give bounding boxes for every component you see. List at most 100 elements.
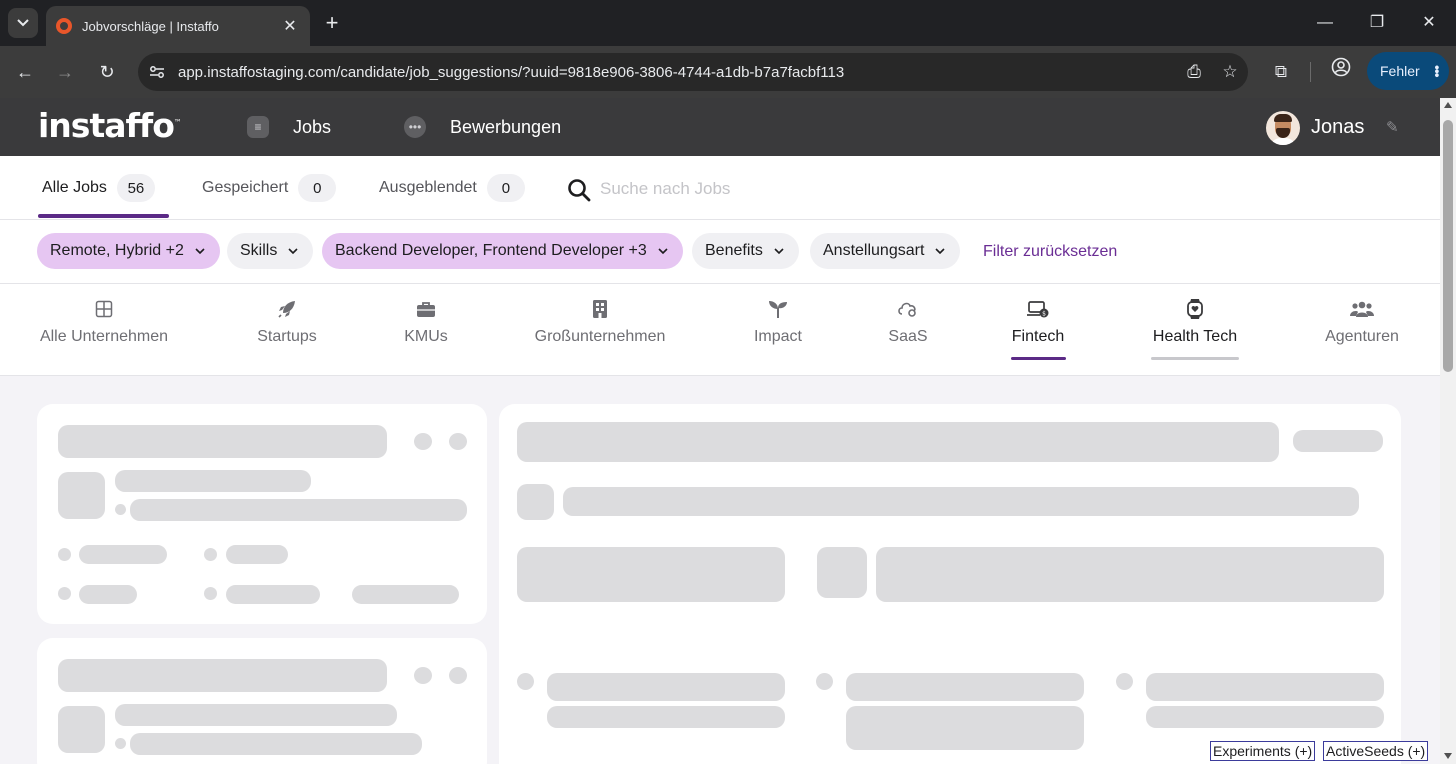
tab-alle-jobs[interactable]: Alle Jobs 56 [42, 174, 155, 202]
nav-jobs[interactable]: ≡ Jobs [247, 98, 331, 156]
skeleton-dot [414, 667, 432, 684]
new-tab-button[interactable]: + [318, 10, 346, 38]
skeleton-line [130, 499, 467, 521]
category-grossunternehmen[interactable]: Großunternehmen [528, 296, 672, 346]
category-label: Alle Unternehmen [39, 328, 169, 345]
category-label: Großunternehmen [534, 328, 666, 345]
more-menu-icon: ••• [1429, 65, 1446, 77]
skeleton-dot [816, 673, 833, 690]
skeleton-logo [517, 484, 554, 520]
forward-button[interactable]: → [50, 57, 80, 87]
filter-chip-label: Remote, Hybrid +2 [50, 242, 184, 259]
error-button-label: Fehler [1380, 63, 1420, 79]
tab-gespeichert-label: Gespeichert [202, 179, 289, 196]
category-kmus[interactable]: KMUs [400, 296, 452, 346]
profile-icon[interactable] [1326, 57, 1356, 87]
nav-bewerbungen[interactable]: ••• Bewerbungen [404, 98, 561, 156]
filter-chip-location[interactable]: Remote, Hybrid +2 [37, 233, 220, 269]
scrollbar-thumb[interactable] [1443, 120, 1453, 372]
extensions-icon[interactable]: ⧉ [1266, 57, 1296, 87]
briefcase-icon [417, 302, 435, 317]
url-text: app.instaffostaging.com/candidate/job_su… [178, 63, 845, 81]
skeleton-dot [115, 504, 126, 515]
tab-ausgeblendet[interactable]: Ausgeblendet 0 [379, 174, 525, 202]
back-button[interactable]: ← [10, 57, 40, 87]
filter-chip-benefits[interactable]: Benefits [692, 233, 799, 269]
category-saas[interactable]: SaaS [886, 296, 930, 346]
skeleton-dot [115, 738, 126, 749]
skeleton-title [58, 659, 387, 692]
chevron-down-icon [288, 248, 298, 255]
building-icon [593, 300, 607, 318]
nav-bewerbungen-label: Bewerbungen [450, 116, 562, 137]
tab-gespeichert-count: 0 [298, 174, 337, 202]
minimize-button[interactable]: — [1307, 8, 1343, 38]
category-label: Impact [753, 328, 802, 345]
reload-button[interactable]: ↻ [92, 57, 122, 87]
site-info-icon[interactable] [144, 59, 170, 85]
tab-alle-jobs-label: Alle Jobs [42, 179, 107, 196]
instaffo-favicon-icon [56, 18, 72, 34]
active-category-indicator [1011, 357, 1066, 360]
tab-gespeichert[interactable]: Gespeichert 0 [202, 174, 337, 202]
skeleton-line [846, 673, 1084, 701]
skeleton-line [1146, 706, 1384, 728]
chevron-down-icon [195, 248, 205, 255]
skeleton-line [1146, 673, 1384, 701]
category-health-tech[interactable]: Health Tech [1148, 296, 1242, 346]
active-tab-indicator [38, 214, 169, 218]
edit-pencil-icon[interactable]: ✎ [1386, 118, 1399, 136]
restore-button[interactable]: ❐ [1359, 8, 1395, 38]
filter-chip-skills[interactable]: Skills [227, 233, 314, 269]
user-name[interactable]: Jonas [1311, 116, 1364, 139]
close-window-button[interactable]: ✕ [1411, 8, 1447, 38]
filter-chip-label: Skills [240, 242, 278, 259]
app-header: instaffo™ ≡ Jobs ••• Bewerbungen [0, 98, 1440, 156]
tab-ausgeblendet-count: 0 [486, 174, 525, 202]
tab-search-button[interactable] [8, 8, 38, 38]
skeleton-dot [204, 587, 217, 600]
filter-chip-label: Backend Developer, Frontend Developer +3 [335, 242, 647, 259]
category-impact[interactable]: Impact [750, 296, 806, 346]
bookmark-star-icon[interactable]: ☆ [1212, 57, 1248, 87]
filter-chip-employment-type[interactable]: Anstellungsart [810, 233, 961, 269]
chat-bubble-icon: ••• [404, 116, 426, 138]
tab-alle-jobs-count: 56 [116, 174, 155, 202]
install-app-icon[interactable]: ⎙ [1176, 57, 1212, 87]
category-alle-unternehmen[interactable]: Alle Unternehmen [37, 296, 171, 346]
skeleton-dot [58, 587, 71, 600]
avatar[interactable] [1266, 111, 1300, 145]
scroll-down-arrow-icon[interactable] [1444, 753, 1452, 759]
category-label: Health Tech [1152, 328, 1238, 345]
skeleton-logo [58, 472, 105, 519]
experiments-button[interactable]: Experiments (+) [1210, 741, 1316, 761]
skeleton-line [846, 706, 1084, 750]
address-bar[interactable]: app.instaffostaging.com/candidate/job_su… [138, 53, 1248, 91]
tab-ausgeblendet-label: Ausgeblendet [379, 179, 477, 196]
skeleton-dot [414, 433, 432, 450]
category-label: SaaS [888, 328, 928, 345]
error-button[interactable]: Fehler ••• [1367, 52, 1449, 90]
active-seeds-button[interactable]: ActiveSeeds (+) [1323, 741, 1429, 761]
browser-toolbar: ← → ↻ app.instaffostaging.com/candidate/… [0, 46, 1456, 98]
close-tab-icon[interactable]: ✕ [278, 16, 302, 36]
rocket-icon [278, 301, 295, 318]
grid-icon [95, 300, 113, 318]
search-input[interactable] [600, 174, 1000, 204]
skeleton-dot [58, 548, 71, 561]
browser-tab[interactable]: Jobvorschläge | Instaffo ✕ [46, 6, 310, 46]
sprout-icon [769, 301, 787, 318]
skeleton-line [115, 470, 311, 492]
filter-reset-link[interactable]: Filter zurücksetzen [983, 243, 1117, 261]
category-startups[interactable]: Startups [250, 296, 324, 346]
category-label: Agenturen [1325, 328, 1399, 345]
instaffo-logo[interactable]: instaffo™ [38, 106, 182, 145]
filter-chip-roles[interactable]: Backend Developer, Frontend Developer +3 [322, 233, 683, 269]
category-fintech[interactable]: $ Fintech [1008, 296, 1068, 346]
hover-category-indicator [1151, 357, 1239, 360]
chevron-down-icon [935, 248, 945, 255]
people-icon [1350, 301, 1374, 317]
category-agenturen[interactable]: Agenturen [1320, 296, 1404, 346]
skeleton-line [563, 487, 1359, 516]
scroll-up-arrow-icon[interactable] [1444, 102, 1452, 108]
